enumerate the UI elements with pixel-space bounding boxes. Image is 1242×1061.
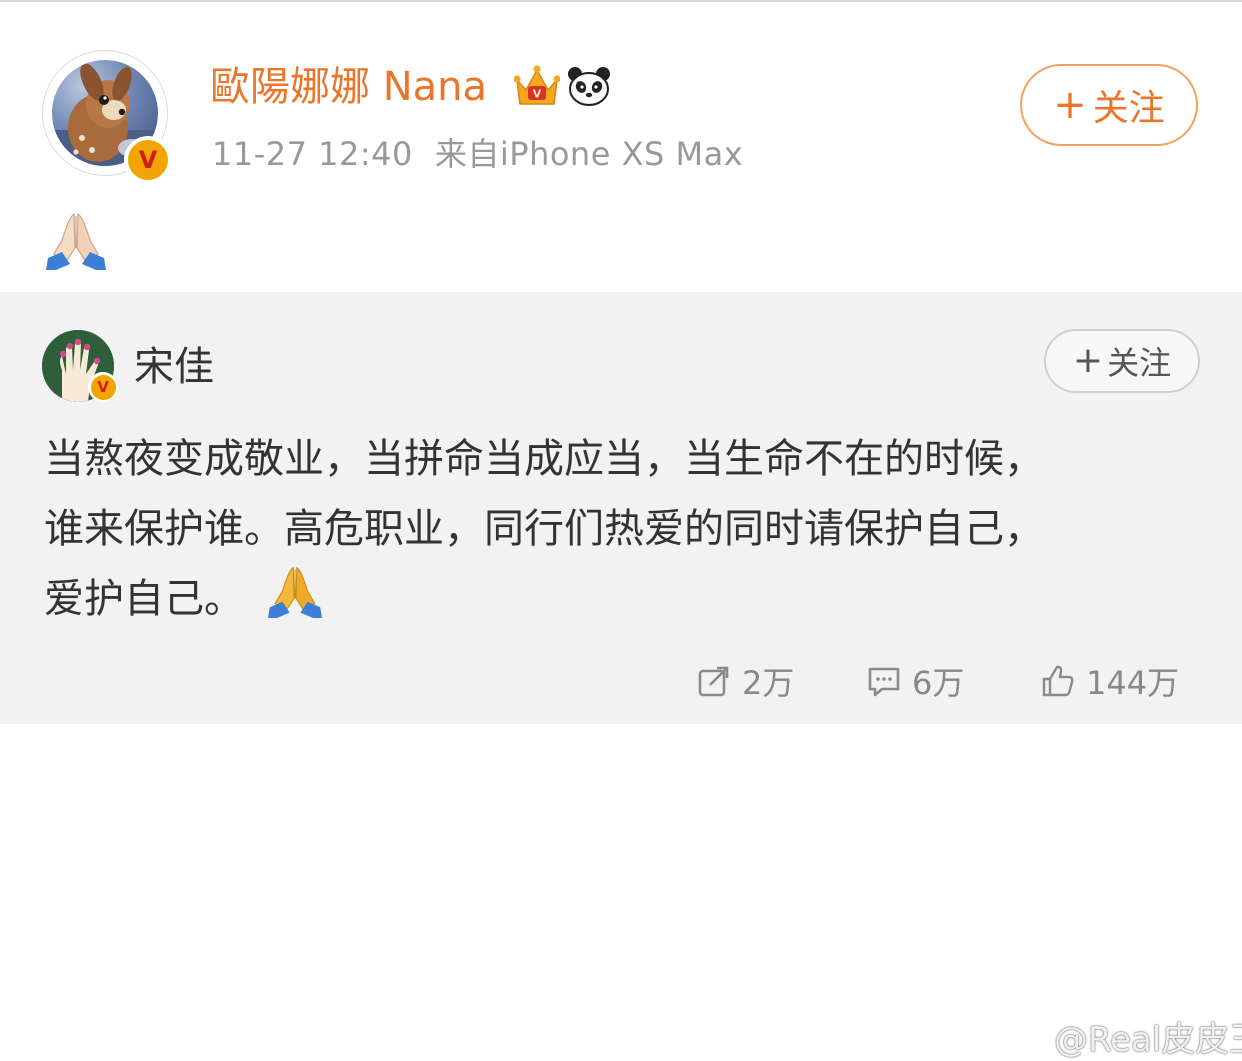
repost-text-line: 爱护自己。 xyxy=(44,576,244,622)
thumbs-up-icon xyxy=(1042,665,1074,697)
repost-action[interactable]: 2万 xyxy=(696,658,794,704)
action-bar: 2万 6万 144万 @Real皮皮王 xyxy=(0,650,1242,1060)
plus-icon: + xyxy=(1053,82,1087,128)
author-name[interactable]: 歐陽娜娜 Nana xyxy=(210,60,487,114)
folded-hands-icon xyxy=(266,564,324,640)
repost-text: 当熬夜变成敬业，当拼命当成应当，当生命不在的时候， 谁来保护谁。高危职业，同行们… xyxy=(44,424,1204,640)
crown-icon[interactable]: V xyxy=(513,64,561,112)
verified-badge-icon: V xyxy=(124,136,172,184)
post-source: 来自iPhone XS Max xyxy=(434,135,744,173)
panda-icon[interactable] xyxy=(566,64,612,112)
svg-text:V: V xyxy=(533,88,542,101)
watermark-text: @Real皮皮王 xyxy=(1054,1020,1242,1060)
repost-icon xyxy=(698,666,729,697)
weibo-logo-icon xyxy=(1010,1023,1048,1052)
repost-follow-label: 关注 xyxy=(1107,344,1172,382)
comment-icon xyxy=(868,667,900,697)
folded-hands-icon xyxy=(44,210,108,274)
main-post: V 歐陽娜娜 Nana V 11-27 12:40 来自iPhone XS Max… xyxy=(0,2,1242,292)
comment-action[interactable]: 6万 xyxy=(866,658,964,704)
repost-count: 2万 xyxy=(742,664,795,702)
like-action[interactable]: 144万 xyxy=(1040,658,1179,704)
repost-panel: V 宋佳 + 关注 当熬夜变成敬业，当拼命当成应当，当生命不在的时候， 谁来保护… xyxy=(0,292,1242,1060)
watermark: @Real皮皮王 xyxy=(1010,1012,1242,1061)
post-time: 11-27 12:40 xyxy=(212,135,413,173)
plus-icon: + xyxy=(1072,340,1104,381)
repost-author-name[interactable]: 宋佳 xyxy=(134,342,214,392)
comment-count: 6万 xyxy=(912,664,965,702)
follow-label: 关注 xyxy=(1092,88,1165,129)
repost-follow-button[interactable]: + 关注 xyxy=(1044,329,1200,393)
repost-text-line: 当熬夜变成敬业，当拼命当成应当，当生命不在的时候， xyxy=(44,436,1044,482)
repost-text-line-last: 爱护自己。 xyxy=(44,564,1204,640)
post-meta: 11-27 12:40 来自iPhone XS Max xyxy=(212,132,743,176)
verified-badge-icon: V xyxy=(88,372,118,402)
like-count: 144万 xyxy=(1086,664,1180,702)
repost-text-line: 谁来保护谁。高危职业，同行们热爱的同时请保护自己， xyxy=(44,506,1044,552)
follow-button[interactable]: + 关注 xyxy=(1020,64,1198,146)
